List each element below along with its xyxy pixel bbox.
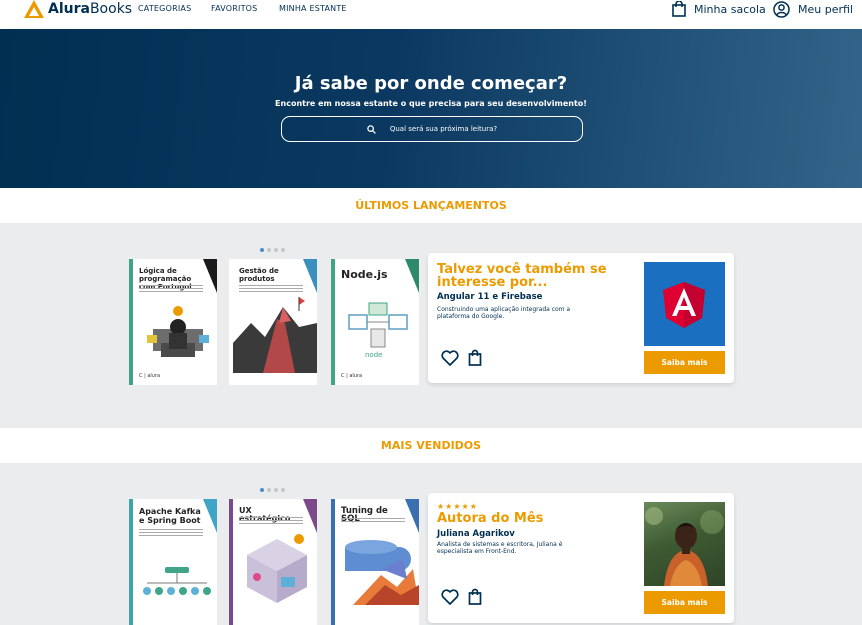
cover-corner (303, 499, 317, 533)
bestsellers-section-header: MAIS VENDIDOS (0, 428, 862, 463)
cover-corner (405, 499, 419, 533)
book-title: Gestão de produtos (239, 267, 279, 283)
nav-categorias[interactable]: CATEGORIAS (138, 4, 191, 13)
book-illustration: node (348, 302, 408, 359)
book-cover[interactable]: Gestão de produtos C | alura (229, 259, 317, 385)
logo[interactable]: AluraBooks (24, 0, 132, 18)
author-photo (644, 502, 725, 586)
book-subtitle-lines (341, 518, 405, 522)
recommendation-card: Talvez você também se interesse por... A… (428, 253, 734, 383)
cover-corner (303, 259, 317, 293)
author-portrait-image (645, 507, 724, 586)
book-subtitle-lines (139, 529, 203, 537)
recommendation-title: Talvez você também se interesse por... (437, 262, 607, 290)
hero-banner: Já sabe por onde começar? Encontre em no… (0, 29, 862, 188)
saiba-mais-button[interactable]: Saiba mais (644, 591, 725, 614)
book-illustration (247, 534, 307, 603)
shopping-bag-icon (672, 1, 686, 17)
author-name: Juliana Agarikov (437, 529, 515, 539)
publisher-logo: C | alura (239, 373, 261, 379)
book-illustration (147, 306, 209, 357)
book-cover[interactable]: Node.js node C | alura (331, 259, 419, 385)
carousel-dot[interactable] (274, 248, 278, 252)
saiba-mais-button[interactable]: Saiba mais (644, 351, 725, 374)
cover-corner (405, 259, 419, 293)
carousel-dots-bestsellers (260, 488, 285, 492)
hero-subtitle: Encontre em nossa estante o que precisa … (275, 99, 587, 108)
publisher-logo: C | alura (139, 373, 161, 379)
nav-minha-estante[interactable]: MINHA ESTANTE (279, 4, 347, 13)
book-illustration (233, 297, 317, 373)
search-input[interactable]: Qual será sua próxima leitura? (281, 116, 583, 142)
bestsellers-section-title: MAIS VENDIDOS (380, 439, 482, 452)
top-header: AluraBooks CATEGORIAS FAVORITOS MINHA ES… (0, 0, 862, 29)
publisher-logo: C | alura (341, 373, 363, 379)
carousel-dots-latest (260, 248, 285, 252)
book-cover[interactable]: Tuning de SQL (331, 499, 419, 625)
book-subtitle-lines (239, 285, 303, 293)
cover-corner (203, 499, 217, 533)
search-placeholder: Qual será sua próxima leitura? (389, 125, 498, 133)
heart-icon[interactable] (441, 589, 459, 605)
rating-stars: ★★★★★ (437, 502, 478, 511)
carousel-dot[interactable] (260, 248, 264, 252)
logo-mark-icon (24, 0, 44, 18)
bag-label: Minha sacola (694, 2, 766, 16)
recommended-book-name: Angular 11 e Firebase (437, 292, 543, 302)
latest-section-title: ÚLTIMOS LANÇAMENTOS (355, 199, 507, 212)
bag-link[interactable]: Minha sacola (672, 0, 766, 18)
book-cover[interactable]: Lógica de programação com Portugol C | a… (129, 259, 217, 385)
author-of-month-card: ★★★★★ Autora do Mês Juliana Agarikov Ana… (428, 493, 734, 623)
shopping-bag-icon[interactable] (468, 588, 482, 605)
search-icon (367, 124, 376, 134)
carousel-dot[interactable] (267, 488, 271, 492)
book-subtitle-lines (139, 285, 203, 293)
book-cover[interactable]: Apache Kafka e Spring Boot (129, 499, 217, 625)
carousel-dot[interactable] (260, 488, 264, 492)
angular-logo-icon (663, 282, 705, 328)
book-illustration (143, 567, 211, 595)
carousel-dot[interactable] (281, 488, 285, 492)
book-title: Node.js (341, 268, 388, 281)
latest-section-header: ÚLTIMOS LANÇAMENTOS (0, 188, 862, 223)
logo-text: AluraBooks (48, 1, 133, 17)
angular-cover[interactable] (644, 262, 725, 346)
hero-title: Já sabe por onde começar? (294, 73, 568, 94)
shopping-bag-icon[interactable] (468, 349, 482, 366)
nav-favoritos[interactable]: FAVORITOS (211, 4, 257, 13)
author-card-title: Autora do Mês (437, 511, 544, 526)
author-description: Analista de sistemas e escritora, Julian… (437, 541, 563, 555)
cover-corner (203, 259, 217, 293)
book-subtitle-lines (239, 517, 303, 525)
book-illustration (345, 540, 419, 605)
carousel-dot[interactable] (267, 248, 271, 252)
carousel-dot[interactable] (281, 248, 285, 252)
book-title: Apache Kafka e Spring Boot (139, 507, 201, 525)
profile-link[interactable]: Meu perfil (773, 0, 853, 18)
user-profile-icon (773, 0, 790, 18)
svg-text:node: node (365, 351, 382, 359)
heart-icon[interactable] (441, 350, 459, 366)
carousel-dot[interactable] (274, 488, 278, 492)
book-cover[interactable]: UX estratégico (229, 499, 317, 625)
profile-label: Meu perfil (798, 2, 853, 16)
recommended-book-description: Construindo uma aplicação integrada com … (437, 306, 571, 320)
